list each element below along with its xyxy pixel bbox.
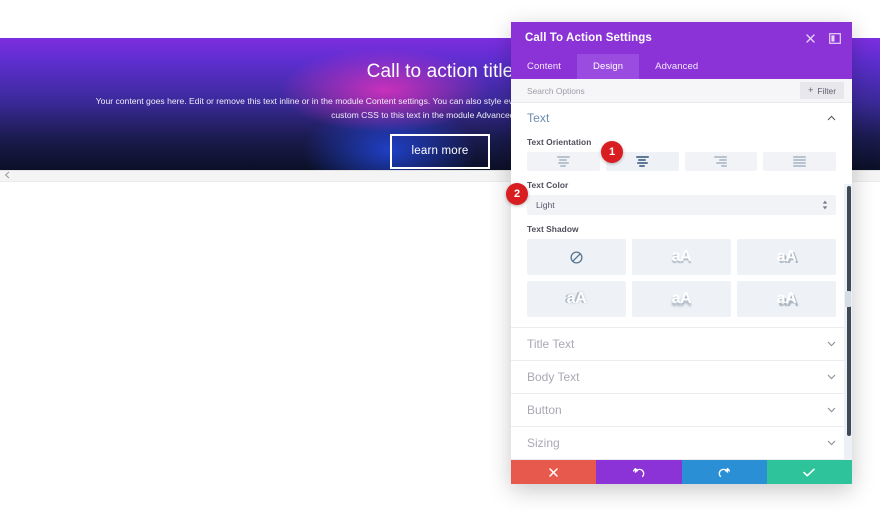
shadow-preview-2: aA xyxy=(776,248,797,265)
section-button[interactable]: Button xyxy=(511,394,852,427)
chevron-down-icon xyxy=(827,439,836,448)
screen: Call to action title Your content goes h… xyxy=(0,0,880,511)
callout-badge-1: 1 xyxy=(601,141,623,163)
no-shadow-icon xyxy=(570,250,583,264)
section-sizing[interactable]: Sizing xyxy=(511,427,852,460)
text-orientation-label: Text Orientation xyxy=(527,137,592,147)
close-icon[interactable] xyxy=(803,31,817,45)
modal-header-actions xyxy=(803,31,842,45)
modal-body: Text Text Orientation Text Color Light T… xyxy=(511,103,852,460)
text-orientation-button-group xyxy=(527,152,836,171)
save-button[interactable] xyxy=(766,460,852,484)
text-orientation-right[interactable] xyxy=(684,152,758,171)
align-right-icon xyxy=(714,156,728,167)
text-orientation-left[interactable] xyxy=(527,152,600,171)
cta-learn-more-button[interactable]: learn more xyxy=(389,134,491,169)
section-title-text-label: Title Text xyxy=(527,337,575,351)
shadow-preview-4: aA xyxy=(671,290,692,307)
section-text: Text Text Orientation Text Color Light T… xyxy=(511,103,852,328)
search-input[interactable] xyxy=(527,79,801,102)
chevron-down-icon xyxy=(827,340,836,349)
filter-button[interactable]: + Filter xyxy=(800,82,844,99)
section-sizing-label: Sizing xyxy=(527,436,560,450)
section-button-label: Button xyxy=(527,403,562,417)
section-text-header[interactable]: Text xyxy=(511,103,852,133)
section-body-text-label: Body Text xyxy=(527,370,580,384)
text-color-select[interactable]: Light xyxy=(527,195,836,215)
plus-icon: + xyxy=(808,85,814,95)
layout-toggle-icon[interactable] xyxy=(828,31,842,45)
tab-design[interactable]: Design xyxy=(576,54,640,79)
text-color-label: Text Color xyxy=(527,180,569,190)
text-shadow-option-3[interactable]: aA xyxy=(527,281,626,317)
text-shadow-option-5[interactable]: aA xyxy=(737,281,836,317)
chevron-down-icon xyxy=(827,373,836,382)
shadow-preview-3: aA xyxy=(566,290,587,307)
x-icon xyxy=(549,467,558,477)
align-center-icon xyxy=(635,156,649,167)
section-body-text[interactable]: Body Text xyxy=(511,361,852,394)
modal-footer xyxy=(511,460,852,484)
align-left-icon xyxy=(556,156,570,167)
modal-tabs: Content Design Advanced xyxy=(511,54,852,79)
text-color-value: Light xyxy=(536,200,555,210)
select-arrows-icon xyxy=(822,200,828,210)
text-shadow-option-4[interactable]: aA xyxy=(632,281,731,317)
callout-badge-2: 2 xyxy=(506,183,528,205)
align-justify-icon xyxy=(793,156,807,167)
text-shadow-option-1[interactable]: aA xyxy=(632,239,731,275)
chevron-up-icon xyxy=(827,114,836,123)
tab-content[interactable]: Content xyxy=(511,54,577,79)
modal-scrollbar-thumb[interactable] xyxy=(846,186,851,436)
modal-scrollbar-nub[interactable] xyxy=(845,291,851,307)
text-shadow-option-2[interactable]: aA xyxy=(737,239,836,275)
modal-header: Call To Action Settings xyxy=(511,22,852,54)
section-text-title: Text xyxy=(527,111,550,125)
shadow-preview-1: aA xyxy=(671,248,692,265)
text-shadow-option-none[interactable] xyxy=(527,239,626,275)
field-text-shadow: Text Shadow aA aA aA aA aA xyxy=(511,224,852,317)
text-shadow-label: Text Shadow xyxy=(527,224,579,234)
call-to-action-settings-modal: Call To Action Settings Content Design A… xyxy=(511,22,852,484)
redo-button[interactable] xyxy=(681,460,767,484)
text-orientation-justify[interactable] xyxy=(763,152,836,171)
section-title-text[interactable]: Title Text xyxy=(511,328,852,361)
tab-advanced[interactable]: Advanced xyxy=(639,54,714,79)
cancel-button[interactable] xyxy=(511,460,597,484)
filter-button-label: Filter xyxy=(817,85,836,96)
search-options-bar: + Filter xyxy=(511,79,852,103)
field-text-color: Text Color Light xyxy=(511,180,852,215)
chevron-down-icon xyxy=(827,406,836,415)
field-text-orientation: Text Orientation xyxy=(511,137,852,171)
check-icon xyxy=(803,468,816,477)
chevron-left-icon[interactable] xyxy=(2,171,12,181)
redo-icon xyxy=(718,467,731,478)
undo-icon xyxy=(632,467,645,478)
modal-title: Call To Action Settings xyxy=(525,32,652,44)
shadow-preview-5: aA xyxy=(776,290,797,307)
text-shadow-options: aA aA aA aA aA xyxy=(527,239,836,317)
undo-button[interactable] xyxy=(596,460,682,484)
